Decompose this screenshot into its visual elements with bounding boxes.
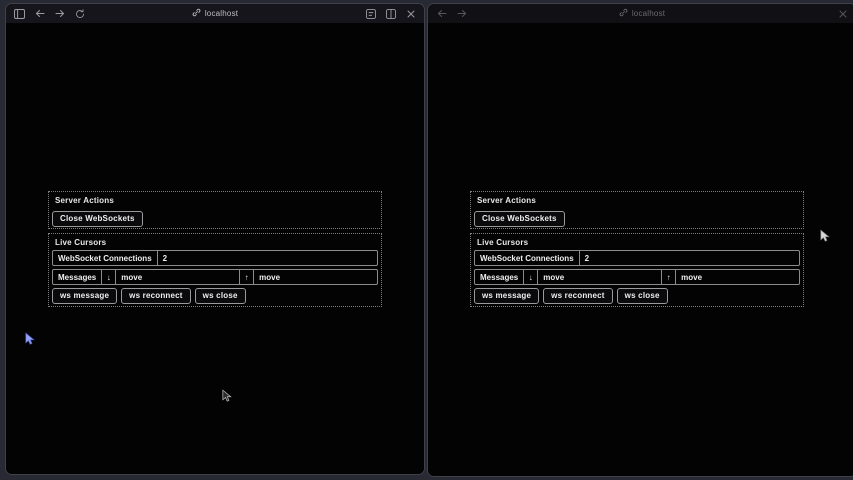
close-icon[interactable] [836, 7, 849, 20]
ws-close-button[interactable]: ws close [617, 288, 668, 304]
close-icon[interactable] [404, 7, 417, 20]
browser-window-right: localhost Server Actions Close WebSocket… [427, 3, 853, 477]
server-actions-panel: Server Actions Close WebSockets [48, 191, 382, 229]
page-content: Server Actions Close WebSockets Live Cur… [6, 23, 424, 474]
close-websockets-button[interactable]: Close WebSockets [52, 211, 143, 227]
close-websockets-button[interactable]: Close WebSockets [474, 211, 565, 227]
split-view-icon[interactable] [384, 7, 397, 20]
messages-row: Messages ↓ move ↑ move [474, 269, 800, 285]
reader-icon[interactable] [364, 7, 377, 20]
messages-label: Messages [53, 270, 102, 284]
back-icon[interactable] [33, 7, 46, 20]
forward-icon[interactable] [455, 7, 468, 20]
link-icon [619, 8, 628, 19]
browser-window-left: localhost Server Actions Close WebSocket… [5, 3, 425, 475]
forward-icon[interactable] [53, 7, 66, 20]
arrow-up-icon: ↑ [662, 270, 676, 284]
arrow-down-icon: ↓ [102, 270, 116, 284]
server-actions-panel: Server Actions Close WebSockets [470, 191, 804, 229]
page-content: Server Actions Close WebSockets Live Cur… [428, 23, 853, 476]
connections-row: WebSocket Connections 2 [52, 250, 378, 266]
panel-title: Live Cursors [55, 238, 378, 247]
ws-message-button[interactable]: ws message [52, 288, 117, 304]
connections-label: WebSocket Connections [53, 251, 158, 265]
url-text: localhost [205, 9, 238, 18]
reload-icon[interactable] [73, 7, 86, 20]
panel-title: Live Cursors [477, 238, 800, 247]
titlebar[interactable]: localhost [6, 4, 424, 23]
link-icon [192, 8, 201, 19]
back-icon[interactable] [435, 7, 448, 20]
incoming-message-value: move [538, 270, 662, 284]
live-cursors-panel: Live Cursors WebSocket Connections 2 Mes… [48, 233, 382, 307]
live-cursors-panel: Live Cursors WebSocket Connections 2 Mes… [470, 233, 804, 307]
url-text: localhost [632, 9, 665, 18]
messages-row: Messages ↓ move ↑ move [52, 269, 378, 285]
connections-value: 2 [580, 251, 799, 265]
incoming-message-value: move [116, 270, 240, 284]
connections-value: 2 [158, 251, 377, 265]
ws-message-button[interactable]: ws message [474, 288, 539, 304]
arrow-up-icon: ↑ [240, 270, 254, 284]
outgoing-message-value: move [676, 270, 799, 284]
ws-reconnect-button[interactable]: ws reconnect [121, 288, 191, 304]
titlebar[interactable]: localhost [428, 4, 853, 23]
connections-row: WebSocket Connections 2 [474, 250, 800, 266]
connections-label: WebSocket Connections [475, 251, 580, 265]
panel-title: Server Actions [55, 196, 378, 205]
outgoing-message-value: move [254, 270, 377, 284]
ws-close-button[interactable]: ws close [195, 288, 246, 304]
url-display[interactable]: localhost [428, 4, 853, 23]
sidebar-icon[interactable] [13, 7, 26, 20]
messages-label: Messages [475, 270, 524, 284]
desktop: { "colors": { "desktop_bg": "#282a33", "… [0, 0, 853, 480]
arrow-down-icon: ↓ [524, 270, 538, 284]
panel-title: Server Actions [477, 196, 800, 205]
ws-reconnect-button[interactable]: ws reconnect [543, 288, 613, 304]
